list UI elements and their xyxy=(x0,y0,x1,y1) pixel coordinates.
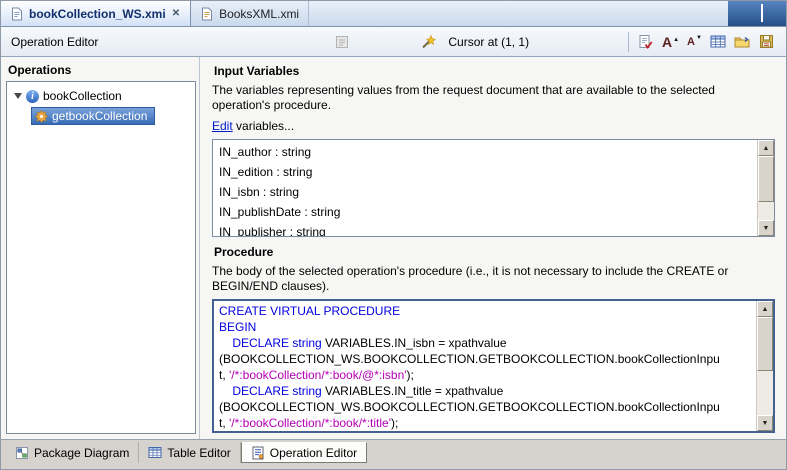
font-decrease-icon: A▼ xyxy=(687,36,701,48)
tree-item-label: bookCollection xyxy=(43,89,122,103)
wand-button[interactable] xyxy=(416,31,440,53)
procedure-code[interactable]: ▲ ▼ CREATE VIRTUAL PROCEDUREBEGIN DECLAR… xyxy=(212,299,775,433)
operation-editor-icon xyxy=(251,446,265,460)
validate-icon xyxy=(638,34,654,50)
tab-label: BooksXML.xmi xyxy=(219,7,299,21)
scroll-down-button[interactable]: ▼ xyxy=(758,220,774,236)
tab-label: bookCollection_WS.xmi xyxy=(29,7,166,21)
editor-tab-bar: bookCollection_WS.xmi ✕ BooksXML.xmi xyxy=(1,1,786,27)
table-icon xyxy=(710,34,726,49)
tab-label: Package Diagram xyxy=(34,446,129,460)
edit-variables-line: Edit variables... xyxy=(212,119,775,133)
maximize-icon xyxy=(761,4,763,22)
scroll-down-button[interactable]: ▼ xyxy=(757,415,773,431)
tab-table-editor[interactable]: Table Editor xyxy=(139,442,240,463)
maximize-button[interactable] xyxy=(761,7,763,21)
tab-label: Table Editor xyxy=(167,446,230,460)
xmi-file-icon xyxy=(200,7,214,21)
scroll-up-button[interactable]: ▲ xyxy=(758,140,774,156)
editor-detail-panel: Input Variables The variables representi… xyxy=(200,57,786,439)
toolbar-title: Operation Editor xyxy=(11,35,98,49)
xmi-file-icon xyxy=(10,7,24,21)
code-line: DECLARE string VARIABLES.IN_isbn = xpath… xyxy=(219,335,751,351)
main-area: Operations i bookCollection getbookColle… xyxy=(1,57,786,439)
code-line: BEGIN xyxy=(219,319,751,335)
close-icon[interactable]: ✕ xyxy=(171,8,181,19)
variable-list-item[interactable]: IN_publishDate : string xyxy=(214,202,754,222)
tree-item-label: getbookCollection xyxy=(52,109,147,123)
view-window-controls xyxy=(728,1,786,26)
scroll-up-button[interactable]: ▲ xyxy=(757,301,773,317)
tab-bookcollection-ws[interactable]: bookCollection_WS.xmi ✕ xyxy=(1,1,191,26)
code-line: (BOOKCOLLECTION_WS.BOOKCOLLECTION.GETBOO… xyxy=(219,399,751,415)
code-line: t, '/*:bookCollection/*:book/@*:isbn'); xyxy=(219,367,751,383)
editor-window: bookCollection_WS.xmi ✕ BooksXML.xmi Ope… xyxy=(0,0,787,470)
disabled-action-icon xyxy=(334,34,350,50)
variables-scrollbar[interactable]: ▲ ▼ xyxy=(757,140,774,236)
save-button[interactable] xyxy=(754,31,778,53)
input-variables-header: Input Variables xyxy=(212,63,775,82)
bottom-tab-bar: Package Diagram Table Editor Operation E… xyxy=(1,439,786,463)
tab-label: Operation Editor xyxy=(270,446,357,460)
tab-operation-editor[interactable]: Operation Editor xyxy=(241,442,367,463)
operation-editor-toolbar: Operation Editor Cursor at (1, 1) A▲ A▼ xyxy=(1,27,786,57)
procedure-header: Procedure xyxy=(212,244,775,263)
scrollbar-thumb[interactable] xyxy=(758,156,774,202)
tree-item-bookcollection[interactable]: i bookCollection xyxy=(7,86,195,106)
edit-variables-suffix: variables... xyxy=(233,119,294,133)
variable-list-item[interactable]: IN_publisher : string xyxy=(214,222,754,237)
validate-button[interactable] xyxy=(634,31,658,53)
operations-panel: Operations i bookCollection getbookColle… xyxy=(1,57,200,439)
save-icon xyxy=(759,34,774,49)
cursor-position-status: Cursor at (1, 1) xyxy=(448,35,529,49)
procedure-description: The body of the selected operation's pro… xyxy=(212,264,775,294)
font-increase-icon: A▲ xyxy=(662,34,678,50)
disabled-action-button[interactable] xyxy=(330,31,354,53)
code-line: (BOOKCOLLECTION_WS.BOOKCOLLECTION.GETBOO… xyxy=(219,351,751,367)
selected-tree-row[interactable]: getbookCollection xyxy=(31,107,155,125)
tree-item-getbookcollection[interactable]: getbookCollection xyxy=(7,106,195,126)
procedure-scrollbar[interactable]: ▲ ▼ xyxy=(756,301,773,431)
toolbar-separator xyxy=(628,32,629,52)
table-button[interactable] xyxy=(706,31,730,53)
tab-booksxml[interactable]: BooksXML.xmi xyxy=(191,1,309,26)
gear-icon xyxy=(35,110,48,123)
font-decrease-button[interactable]: A▼ xyxy=(682,31,706,53)
font-increase-button[interactable]: A▲ xyxy=(658,31,682,53)
scrollbar-thumb[interactable] xyxy=(757,317,773,371)
operations-header: Operations xyxy=(6,62,196,81)
code-line: DECLARE string VARIABLES.IN_subtitle = x… xyxy=(219,431,751,433)
open-folder-icon xyxy=(734,35,750,49)
operations-tree[interactable]: i bookCollection getbookCollection xyxy=(6,81,196,434)
code-line: DECLARE string VARIABLES.IN_title = xpat… xyxy=(219,383,751,399)
package-diagram-icon xyxy=(15,446,29,460)
input-variables-description: The variables representing values from t… xyxy=(212,83,775,113)
variable-list-item[interactable]: IN_edition : string xyxy=(214,162,754,182)
edit-variables-link[interactable]: Edit xyxy=(212,119,233,133)
variable-list-item[interactable]: IN_isbn : string xyxy=(214,182,754,202)
tab-package-diagram[interactable]: Package Diagram xyxy=(6,442,139,463)
tree-expander-icon[interactable] xyxy=(14,93,22,99)
wand-icon xyxy=(420,34,436,50)
code-line: CREATE VIRTUAL PROCEDURE xyxy=(219,303,751,319)
variable-list-item[interactable]: IN_author : string xyxy=(214,142,754,162)
table-editor-icon xyxy=(148,446,162,459)
code-line: t, '/*:bookCollection/*:book/*:title'); xyxy=(219,415,751,431)
open-folder-button[interactable] xyxy=(730,31,754,53)
interface-info-icon: i xyxy=(26,90,39,103)
window-bottom-edge xyxy=(1,463,786,469)
input-variables-list[interactable]: ▲ ▼ IN_author : stringIN_edition : strin… xyxy=(212,139,775,237)
